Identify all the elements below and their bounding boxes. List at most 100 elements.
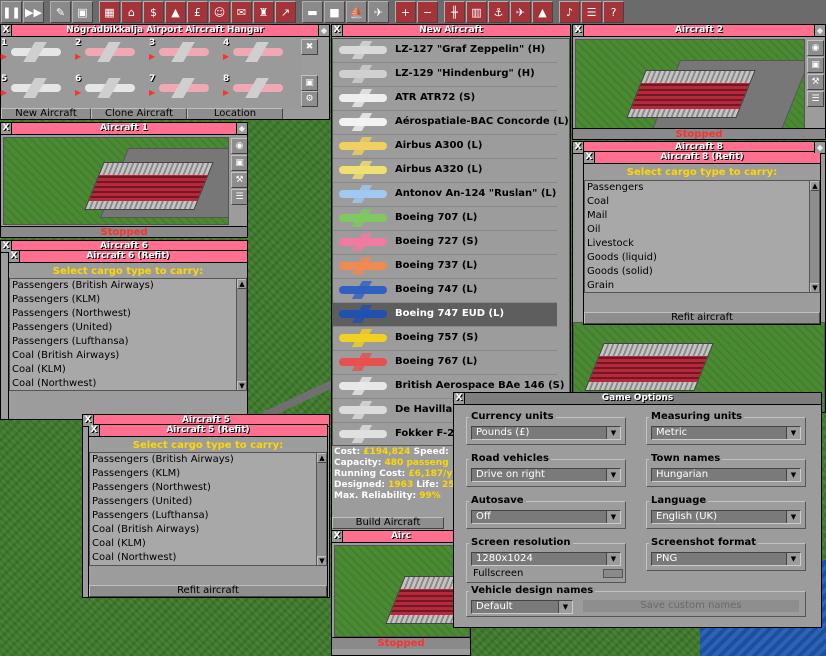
center-view-icon[interactable]: ◉ bbox=[231, 138, 247, 154]
pin-icon[interactable]: ◆ bbox=[318, 25, 329, 36]
details-icon[interactable]: ☰ bbox=[807, 91, 824, 107]
cargo-item[interactable]: Passengers (Northwest) bbox=[90, 481, 326, 495]
town-directory-icon[interactable]: ⌂ bbox=[121, 1, 142, 23]
pin-icon[interactable]: ◆ bbox=[236, 123, 247, 134]
aircraft-viewport[interactable] bbox=[3, 137, 229, 225]
dropdown-arrow-icon[interactable]: ▼ bbox=[558, 601, 572, 613]
status-text[interactable]: Stopped bbox=[573, 128, 825, 139]
cargo-item[interactable]: Coal bbox=[585, 195, 819, 209]
road-build-icon[interactable]: ▥ bbox=[466, 1, 487, 23]
dropdown-arrow-icon[interactable]: ▼ bbox=[786, 469, 800, 481]
scroll-down-icon[interactable]: ▼ bbox=[237, 381, 246, 390]
cargo-item[interactable]: Passengers (Lufthansa) bbox=[10, 335, 246, 349]
scroll-up-icon[interactable]: ▲ bbox=[810, 181, 819, 191]
vehicle-design-names-dropdown[interactable]: Default ▼ bbox=[471, 600, 573, 614]
close-icon[interactable]: X bbox=[332, 531, 343, 542]
refit-aircraft-button[interactable]: Refit aircraft bbox=[89, 585, 327, 597]
refit-icon[interactable]: ⚒ bbox=[231, 172, 247, 188]
pause-icon[interactable]: ❚❚ bbox=[1, 1, 22, 23]
aircraft-model-row[interactable]: Airbus A300 (L) bbox=[333, 135, 557, 159]
close-icon[interactable]: X bbox=[9, 251, 20, 262]
aircraft-list-icon[interactable]: ✈ bbox=[368, 1, 389, 23]
scrollbar[interactable]: ▲ ▼ bbox=[316, 453, 326, 565]
aircraft-model-row[interactable]: LZ-129 "Hindenburg" (H) bbox=[333, 63, 557, 87]
company-icon[interactable]: ☺ bbox=[209, 1, 230, 23]
aircraft-model-list[interactable]: LZ-127 "Graf Zeppelin" (H) LZ-129 "Hinde… bbox=[332, 38, 570, 446]
close-icon[interactable]: X bbox=[584, 152, 595, 163]
measuring-dropdown[interactable]: Metric ▼ bbox=[651, 426, 801, 440]
dropdown-arrow-icon[interactable]: ▼ bbox=[786, 553, 800, 565]
aircraft-viewport[interactable] bbox=[334, 545, 470, 637]
aircraft-model-row-selected[interactable]: Boeing 747 EUD (L) bbox=[333, 303, 557, 327]
dropdown-arrow-icon[interactable]: ▼ bbox=[606, 427, 620, 439]
map-icon[interactable]: ▦ bbox=[99, 1, 120, 23]
cargo-item[interactable]: Passengers (KLM) bbox=[90, 467, 326, 481]
league-icon[interactable]: ♜ bbox=[253, 1, 274, 23]
window-title[interactable]: Aircraft 8 (Refit) bbox=[584, 152, 820, 164]
window-title[interactable]: Aircraft 1 bbox=[1, 123, 247, 135]
refit-icon[interactable]: ⚒ bbox=[807, 74, 824, 90]
close-icon[interactable]: X bbox=[332, 25, 343, 36]
autoreplace-icon[interactable]: ⚙ bbox=[301, 91, 318, 107]
window-title[interactable]: Aircraft 5 (Refit) bbox=[89, 425, 327, 437]
scrollbar[interactable]: ▲ ▼ bbox=[236, 279, 246, 390]
hangar-slot[interactable]: 8 ▶ bbox=[223, 74, 299, 108]
cargo-item[interactable]: Passengers bbox=[585, 181, 819, 195]
cargo-list[interactable]: Passengers (British Airways) Passengers … bbox=[89, 452, 327, 566]
save-custom-names-button[interactable]: Save custom names bbox=[583, 600, 799, 612]
aircraft-model-row[interactable]: ATR ATR72 (S) bbox=[333, 87, 557, 111]
cargo-list[interactable]: Passengers Coal Mail Oil Livestock Goods… bbox=[584, 180, 820, 293]
fullscreen-checkbox[interactable] bbox=[603, 569, 623, 578]
language-dropdown[interactable]: English (UK) ▼ bbox=[651, 510, 801, 524]
hangar-slot[interactable]: 1 ▶ bbox=[1, 38, 77, 72]
close-icon[interactable]: X bbox=[573, 142, 584, 153]
window-title[interactable]: Aircraft 6 (Refit) bbox=[9, 251, 247, 263]
scroll-up-icon[interactable]: ▲ bbox=[237, 279, 246, 289]
aircraft-model-row[interactable]: LZ-127 "Graf Zeppelin" (H) bbox=[333, 39, 557, 63]
train-list-icon[interactable]: ▬ bbox=[302, 1, 323, 23]
location-button[interactable]: Location bbox=[187, 108, 283, 119]
send-to-hangar-icon[interactable]: ▣ bbox=[231, 155, 247, 171]
close-icon[interactable]: X bbox=[89, 425, 100, 436]
cargo-item[interactable]: Coal (British Airways) bbox=[10, 349, 246, 363]
zoom-out-icon[interactable]: − bbox=[417, 1, 438, 23]
aircraft-model-row[interactable]: Boeing 767 (L) bbox=[333, 351, 557, 375]
build-aircraft-button[interactable]: Build Aircraft bbox=[332, 517, 444, 529]
refit-aircraft-button[interactable]: Refit aircraft bbox=[584, 312, 820, 324]
screen-resolution-dropdown[interactable]: 1280x1024 ▼ bbox=[471, 552, 621, 566]
cargo-item[interactable]: Passengers (Northwest) bbox=[10, 307, 246, 321]
pin-icon[interactable]: ◆ bbox=[814, 25, 825, 36]
help-icon[interactable]: ? bbox=[603, 1, 624, 23]
cargo-item[interactable]: Oil bbox=[585, 223, 819, 237]
window-title[interactable]: Airc bbox=[332, 531, 470, 543]
sell-icon[interactable]: ✖ bbox=[301, 39, 318, 55]
trash-icon[interactable]: ▣ bbox=[301, 75, 318, 91]
hangar-slot[interactable]: 7 ▶ bbox=[149, 74, 225, 108]
road-vehicles-dropdown[interactable]: Drive on right ▼ bbox=[471, 468, 621, 482]
status-text[interactable]: Stopped bbox=[1, 226, 247, 237]
dropdown-arrow-icon[interactable]: ▼ bbox=[606, 469, 620, 481]
road-vehicle-list-icon[interactable]: ■ bbox=[324, 1, 345, 23]
cargo-list[interactable]: Passengers (British Airways) Passengers … bbox=[9, 278, 247, 391]
cargo-item[interactable]: Passengers (British Airways) bbox=[10, 279, 246, 293]
aircraft-model-row[interactable]: Boeing 727 (S) bbox=[333, 231, 557, 255]
clone-aircraft-button[interactable]: Clone Aircraft bbox=[91, 108, 187, 119]
aircraft-viewport[interactable] bbox=[575, 39, 805, 129]
cargo-item[interactable]: Goods (liquid) bbox=[585, 251, 819, 265]
cargo-item[interactable]: Grain bbox=[585, 279, 819, 292]
screenshot-format-dropdown[interactable]: PNG ▼ bbox=[651, 552, 801, 566]
window-title[interactable]: Nógrádbikkalja Airport Aircraft Hangar bbox=[1, 25, 329, 37]
aircraft-model-row[interactable]: Boeing 747 (L) bbox=[333, 279, 557, 303]
save-icon[interactable]: ▣ bbox=[72, 1, 93, 23]
window-title[interactable]: New Aircraft bbox=[332, 25, 570, 37]
dropdown-arrow-icon[interactable]: ▼ bbox=[786, 427, 800, 439]
details-icon[interactable]: ☰ bbox=[231, 189, 247, 205]
close-icon[interactable]: X bbox=[1, 25, 12, 36]
cargo-item[interactable]: Livestock bbox=[585, 237, 819, 251]
ship-list-icon[interactable]: ⛵ bbox=[346, 1, 367, 23]
cargo-item[interactable]: Coal (British Airways) bbox=[90, 523, 326, 537]
hangar-slot[interactable]: 4 ▶ bbox=[223, 38, 299, 72]
subsidies-icon[interactable]: $ bbox=[143, 1, 164, 23]
dropdown-arrow-icon[interactable]: ▼ bbox=[606, 511, 620, 523]
rail-build-icon[interactable]: ╫ bbox=[444, 1, 465, 23]
